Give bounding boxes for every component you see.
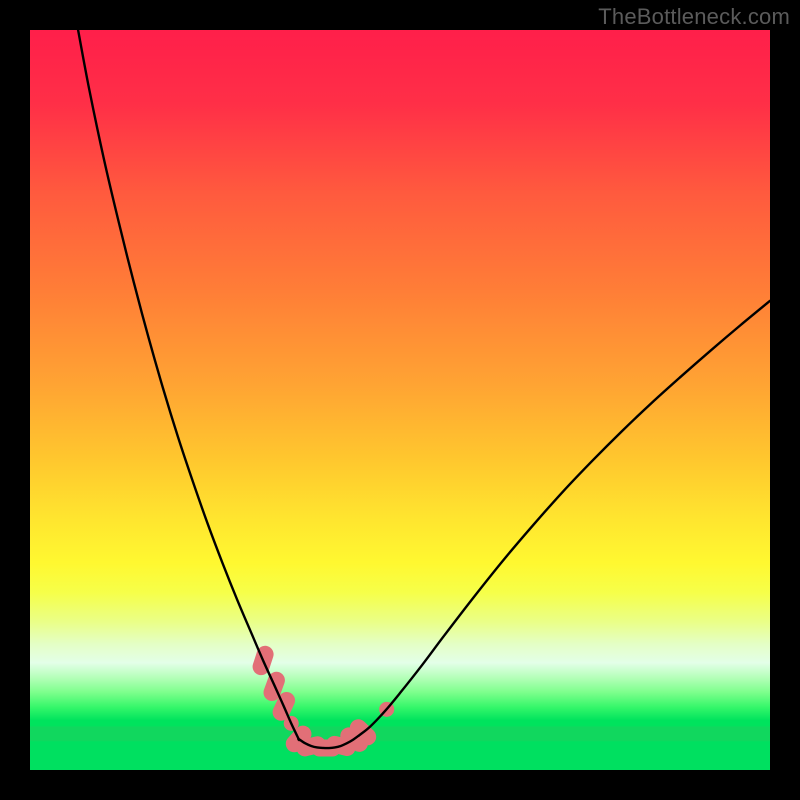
watermark-text: TheBottleneck.com [598,4,790,30]
plot-area [30,30,770,770]
bottleneck-curve [30,30,770,770]
chart-frame: TheBottleneck.com [0,0,800,800]
curve-path [78,30,770,748]
marker-layer [250,644,394,759]
